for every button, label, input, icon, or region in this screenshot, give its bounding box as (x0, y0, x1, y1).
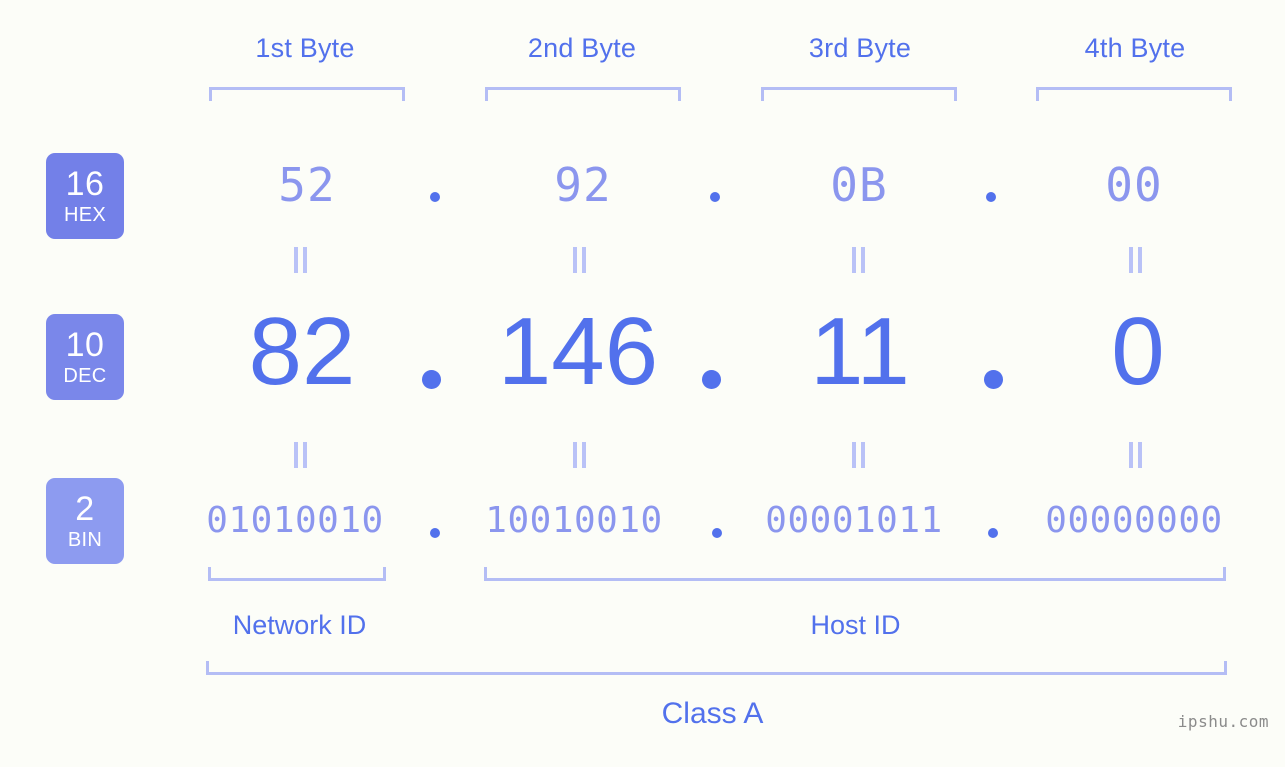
equals-icon-8 (1126, 442, 1146, 468)
dec-dot-2 (702, 370, 721, 389)
equals-icon-6 (570, 442, 590, 468)
class-bracket (206, 661, 1227, 675)
site-watermark: ipshu.com (1177, 712, 1269, 731)
dec-dot-3 (984, 370, 1003, 389)
base-badge-hex: 16 HEX (46, 153, 124, 239)
bin-byte-2: 10010010 (485, 500, 663, 541)
base-badge-hex-abbr: HEX (63, 204, 107, 226)
byte-header-2: 2nd Byte (527, 33, 637, 63)
base-badge-bin-number: 2 (75, 490, 95, 528)
byte-bracket-3 (761, 87, 957, 101)
base-badge-dec-number: 10 (65, 326, 105, 364)
base-badge-bin: 2 BIN (46, 478, 124, 564)
class-label: Class A (661, 697, 764, 730)
bin-dot-3 (988, 528, 998, 538)
bin-dot-2 (712, 528, 722, 538)
dec-byte-4: 0 (1111, 298, 1165, 405)
byte-header-4: 4th Byte (1084, 33, 1186, 63)
equals-icon-4 (1126, 247, 1146, 273)
host-id-bracket (484, 567, 1226, 581)
base-badge-dec-abbr: DEC (63, 365, 107, 387)
byte-header-3: 3rd Byte (808, 33, 912, 63)
network-id-bracket (208, 567, 386, 581)
host-id-label: Host ID (810, 610, 901, 640)
byte-bracket-4 (1036, 87, 1232, 101)
equals-icon-5 (291, 442, 311, 468)
equals-icon-7 (849, 442, 869, 468)
ip-breakdown-diagram: 1st Byte 2nd Byte 3rd Byte 4th Byte 16 H… (0, 0, 1285, 767)
base-badge-dec: 10 DEC (46, 314, 124, 400)
hex-dot-2 (710, 192, 720, 202)
equals-icon-3 (849, 247, 869, 273)
dec-byte-1: 82 (248, 298, 356, 405)
hex-dot-3 (986, 192, 996, 202)
dec-dot-1 (422, 370, 441, 389)
network-id-label: Network ID (232, 610, 367, 640)
hex-byte-1: 52 (278, 158, 336, 212)
bin-dot-1 (430, 528, 440, 538)
hex-byte-2: 92 (554, 158, 612, 212)
byte-bracket-2 (485, 87, 681, 101)
hex-byte-3: 0B (830, 158, 888, 212)
byte-bracket-1 (209, 87, 405, 101)
bin-byte-3: 00001011 (765, 500, 943, 541)
dec-byte-2: 146 (497, 298, 659, 405)
bin-byte-4: 00000000 (1045, 500, 1223, 541)
equals-icon-2 (570, 247, 590, 273)
equals-icon-1 (291, 247, 311, 273)
dec-byte-3: 11 (810, 298, 910, 405)
byte-header-1: 1st Byte (255, 33, 355, 63)
hex-byte-4: 00 (1105, 158, 1163, 212)
bin-byte-1: 01010010 (206, 500, 384, 541)
base-badge-bin-abbr: BIN (67, 529, 103, 551)
hex-dot-1 (430, 192, 440, 202)
base-badge-hex-number: 16 (65, 165, 105, 203)
